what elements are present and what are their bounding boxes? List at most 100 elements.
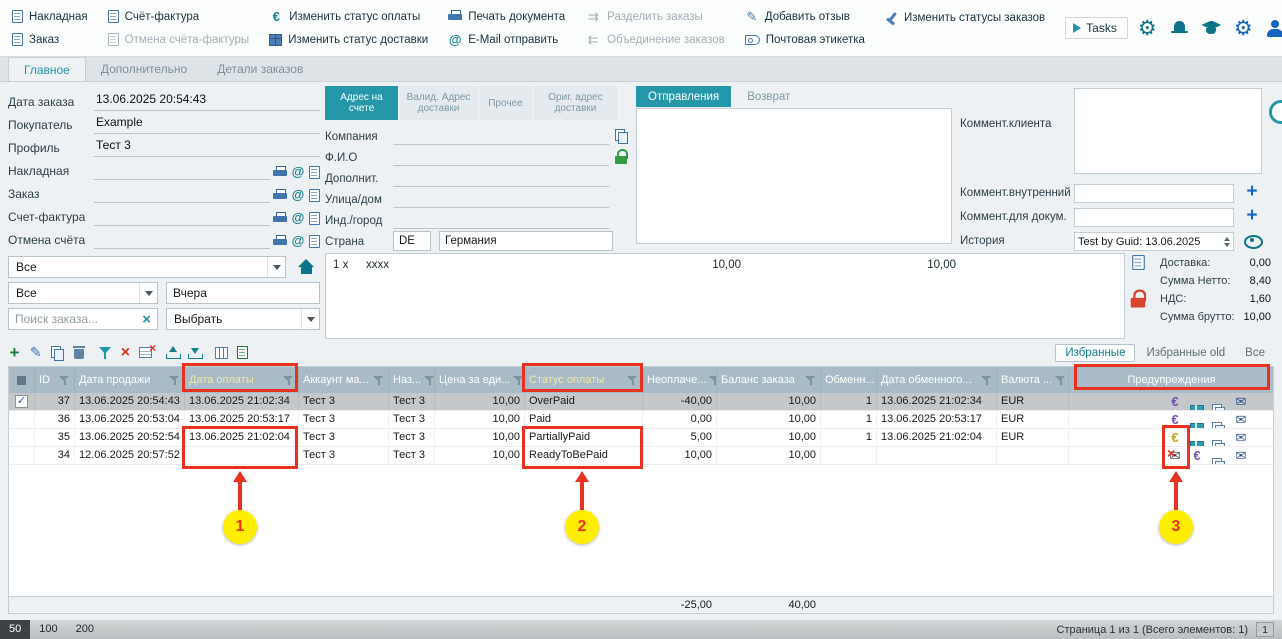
order-number-input[interactable]: [94, 184, 270, 203]
mail-icon[interactable]: ✉: [1230, 411, 1252, 428]
tab-billing-address[interactable]: Адрес на счете: [325, 86, 399, 120]
filter-icon[interactable]: [805, 375, 816, 386]
edit-row-icon[interactable]: [30, 345, 42, 360]
postal-label-button[interactable]: Почтовая этикетка: [745, 32, 865, 48]
lock-icon[interactable]: [615, 149, 628, 164]
delivery-note-input[interactable]: [94, 161, 270, 180]
home-icon[interactable]: [298, 259, 315, 274]
spinner-buttons[interactable]: [1222, 237, 1230, 247]
merge-orders-button[interactable]: Объединение заказов: [585, 32, 725, 48]
country-code-input[interactable]: DE: [393, 231, 431, 251]
copy-row-icon[interactable]: [51, 346, 64, 360]
date-filter-input[interactable]: Вчера: [166, 282, 320, 304]
column-header-exchange_date[interactable]: Дата обменного...: [877, 367, 997, 393]
client-comment-textarea[interactable]: [1074, 88, 1262, 174]
column-header-exchange[interactable]: Обменн...: [821, 367, 877, 393]
delete-row-icon[interactable]: [73, 346, 85, 359]
add-row-icon[interactable]: [8, 345, 21, 361]
tasks-button[interactable]: Tasks: [1065, 17, 1128, 39]
delivery-note-button[interactable]: Накладная: [12, 9, 88, 25]
column-header-unpaid[interactable]: Неоплаче...: [643, 367, 717, 393]
clear-filter-icon[interactable]: [121, 345, 130, 360]
filter-icon[interactable]: [627, 375, 638, 386]
user-profile-icon[interactable]: [1263, 16, 1282, 41]
add-doc-comment-button[interactable]: +: [1244, 206, 1260, 225]
filter-icon[interactable]: [283, 375, 294, 386]
filter-select-choose[interactable]: Выбрать: [166, 308, 320, 330]
email-icon[interactable]: [291, 165, 305, 179]
cancel-invoice-button[interactable]: Отмена счёта-фактуры: [108, 32, 250, 48]
print-icon[interactable]: [273, 166, 287, 179]
order-button[interactable]: Заказ: [12, 32, 88, 48]
company-input[interactable]: [393, 127, 609, 145]
change-payment-status-button[interactable]: Изменить статус оплаты: [269, 9, 428, 25]
filter-icon[interactable]: [1055, 375, 1066, 386]
eye-icon[interactable]: [1244, 235, 1261, 247]
column-header-pay_date[interactable]: Дата оплаты: [185, 367, 299, 393]
view-favorites-old[interactable]: Избранные old: [1137, 345, 1234, 361]
add-feedback-button[interactable]: Добавить отзыв: [745, 9, 865, 25]
table-row[interactable]: 3412.06.2025 20:57:52Тест 3Тест 310,00Re…: [9, 447, 1273, 465]
filter-icon[interactable]: [513, 375, 524, 386]
column-header-warnings[interactable]: Предупреждения: [1069, 367, 1273, 393]
email-icon[interactable]: [291, 211, 305, 225]
split-orders-button[interactable]: Разделить заказы: [585, 9, 725, 25]
mail-blocked-icon[interactable]: ✉×: [1164, 447, 1186, 464]
tab-returns[interactable]: Возврат: [735, 86, 802, 107]
column-chooser-icon[interactable]: [215, 347, 228, 359]
document-icon[interactable]: [309, 212, 320, 225]
tab-additional[interactable]: Дополнительно: [86, 57, 202, 81]
mail-icon[interactable]: ✉: [1230, 429, 1252, 446]
euro-warning-icon[interactable]: €: [1164, 411, 1186, 428]
mail-icon[interactable]: ✉: [1230, 447, 1252, 464]
tab-original-shipping-address[interactable]: Ориг. адрес доставки: [533, 86, 619, 120]
mail-icon[interactable]: ✉: [1230, 393, 1252, 410]
additional-input[interactable]: [393, 169, 609, 187]
filter-select-secondary[interactable]: Все: [8, 282, 158, 304]
print-icon[interactable]: [273, 235, 287, 248]
print-document-button[interactable]: Печать документа: [448, 9, 565, 25]
current-page[interactable]: 1: [1256, 622, 1274, 637]
filter-icon[interactable]: [981, 375, 992, 386]
change-order-statuses-button[interactable]: Изменить статусы заказов: [885, 10, 1045, 26]
order-date-value[interactable]: 13.06.2025 20:54:43: [94, 92, 320, 111]
filter-icon[interactable]: [99, 346, 112, 359]
column-header-sale_date[interactable]: Дата продажи: [75, 367, 185, 393]
import-icon[interactable]: [166, 346, 179, 359]
table-row[interactable]: 3613.06.2025 20:53:0413.06.2025 20:53:17…: [9, 411, 1273, 429]
column-header-currency[interactable]: Валюта ...: [997, 367, 1069, 393]
select-all-icon[interactable]: [17, 376, 26, 385]
tab-main[interactable]: Главное: [8, 57, 86, 81]
filter-icon[interactable]: [59, 375, 70, 386]
print-icon[interactable]: [273, 189, 287, 202]
education-cap-icon[interactable]: [1199, 16, 1224, 41]
column-header-sel[interactable]: [9, 367, 35, 393]
view-favorites[interactable]: Избранные: [1055, 344, 1135, 362]
change-delivery-status-button[interactable]: Изменить статус доставки: [269, 32, 428, 48]
table-row[interactable]: 3513.06.2025 20:52:5413.06.2025 21:02:04…: [9, 429, 1273, 447]
column-header-unit_price[interactable]: Цена за еди...: [435, 367, 525, 393]
filter-icon[interactable]: [709, 375, 717, 386]
settings-gear-icon[interactable]: [1135, 16, 1160, 41]
invoice-cancel-input[interactable]: [94, 230, 270, 249]
tab-order-details[interactable]: Детали заказов: [202, 57, 318, 81]
buyer-value[interactable]: Example: [94, 115, 320, 134]
invoice-button[interactable]: Счёт-фактура: [108, 9, 250, 25]
delete-table-icon[interactable]: [139, 347, 152, 358]
copy-icon[interactable]: [615, 129, 628, 143]
column-header-account[interactable]: Аккаунт ма...: [299, 367, 389, 393]
invoice-number-input[interactable]: [94, 207, 270, 226]
filter-select-all[interactable]: Все: [8, 256, 286, 278]
doc-comment-input[interactable]: [1074, 208, 1234, 227]
document-icon[interactable]: [309, 189, 320, 202]
history-input[interactable]: Test by Guid: 13.06.2025: [1074, 232, 1234, 251]
export-icon[interactable]: [188, 346, 201, 359]
excel-export-icon[interactable]: [237, 346, 248, 359]
email-icon[interactable]: [291, 188, 305, 202]
send-email-button[interactable]: E-Mail отправить: [448, 32, 565, 48]
row-checkbox[interactable]: ✓: [15, 395, 28, 408]
document-icon[interactable]: [309, 166, 320, 179]
internal-comment-input[interactable]: [1074, 184, 1234, 203]
column-header-id[interactable]: ID: [35, 367, 75, 393]
tab-other[interactable]: Прочее: [479, 86, 533, 120]
